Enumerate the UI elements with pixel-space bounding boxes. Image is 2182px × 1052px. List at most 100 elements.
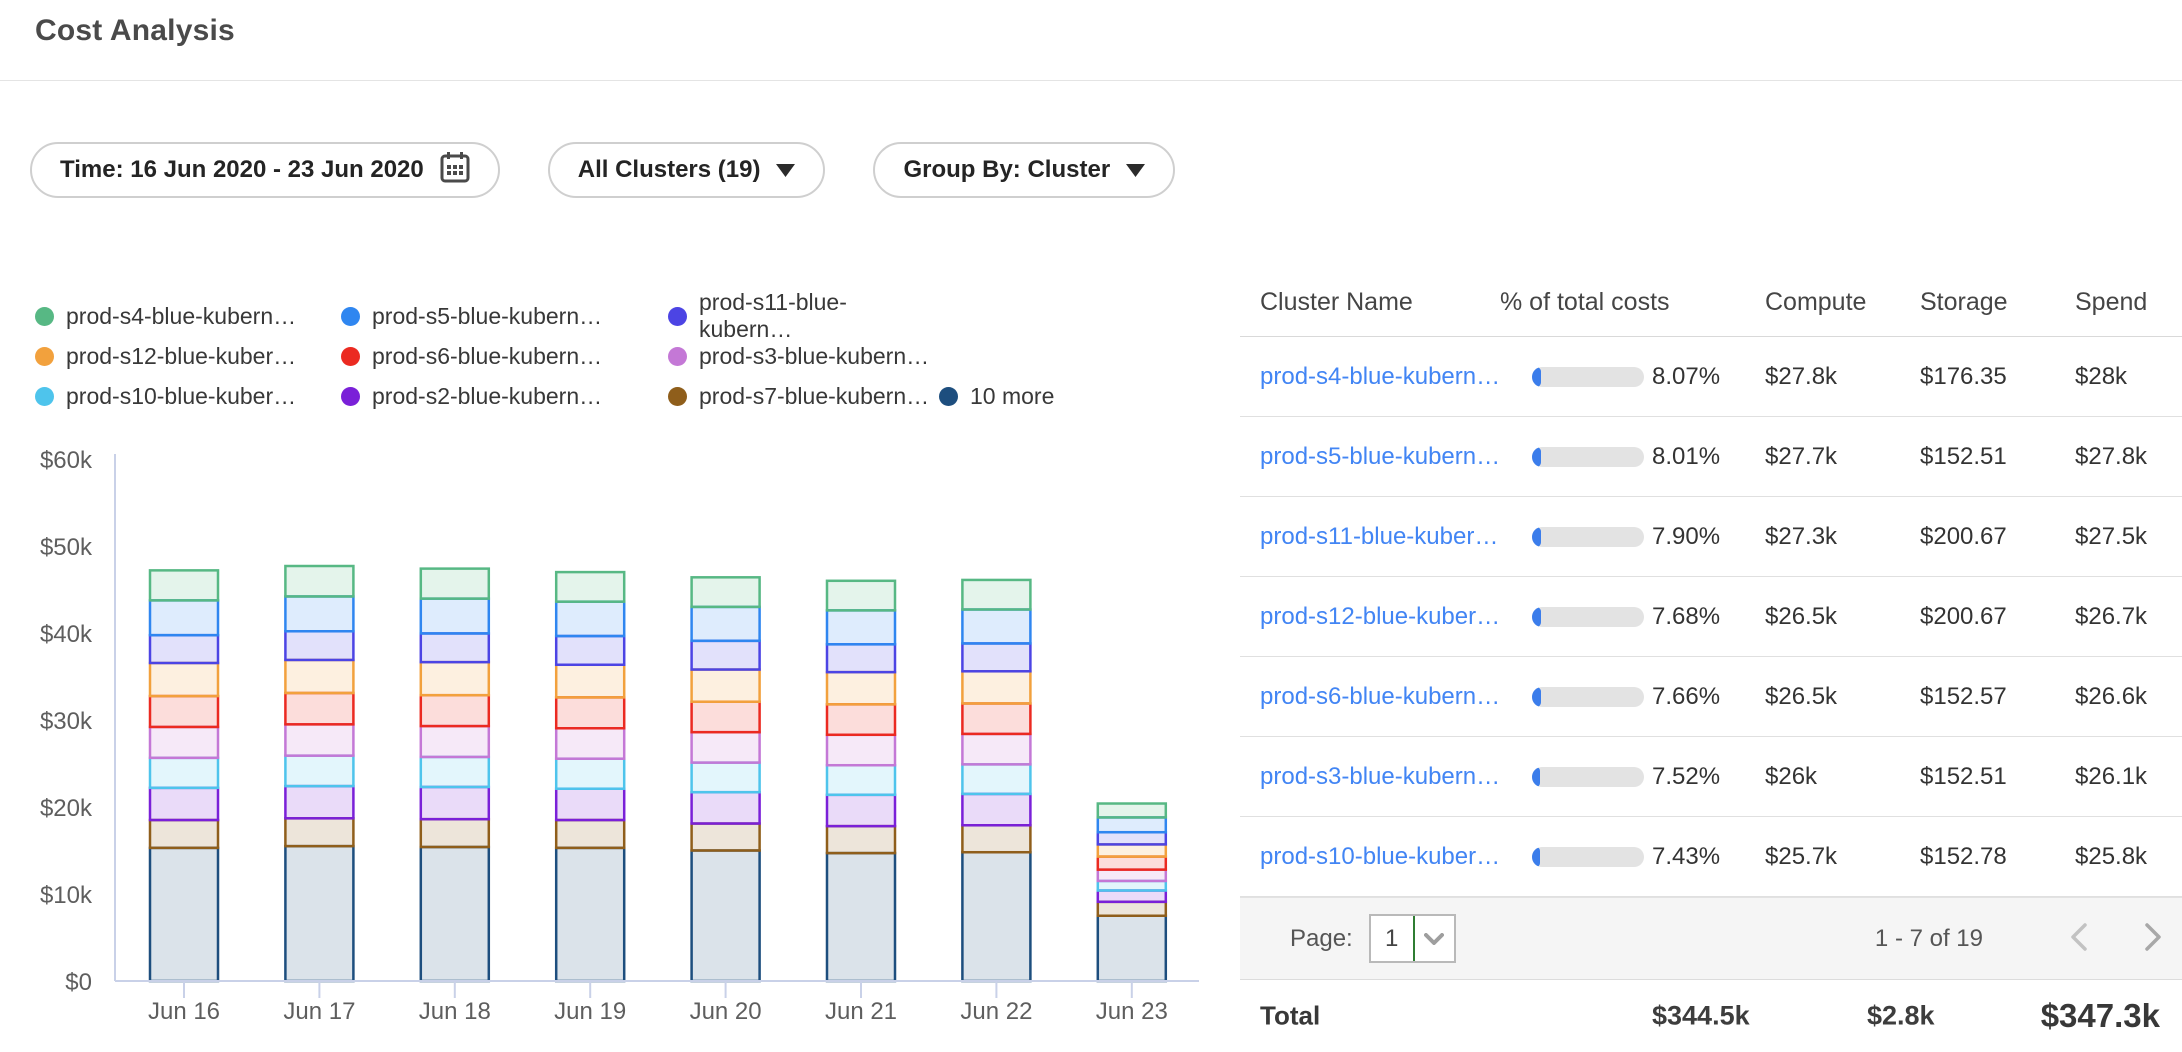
cluster-link[interactable]: prod-s11-blue-kuber… (1260, 523, 1532, 551)
bar-segment[interactable] (150, 696, 218, 727)
bar-segment[interactable] (421, 569, 489, 599)
bar-segment[interactable] (421, 599, 489, 634)
legend-item[interactable]: prod-s11-blue-kubern… (668, 289, 939, 343)
bar-segment[interactable] (1098, 891, 1166, 902)
bar-segment[interactable] (962, 671, 1030, 703)
next-page-button[interactable] (2142, 921, 2164, 956)
cluster-link[interactable]: prod-s12-blue-kuber… (1260, 603, 1532, 631)
bar-segment[interactable] (421, 757, 489, 787)
bar-segment[interactable] (150, 663, 218, 696)
bar-segment[interactable] (421, 726, 489, 757)
bar-segment[interactable] (827, 735, 895, 765)
legend-item[interactable]: prod-s12-blue-kuber… (35, 343, 341, 370)
bar-segment[interactable] (692, 607, 760, 641)
bar-segment[interactable] (556, 572, 624, 602)
bar-segment[interactable] (827, 672, 895, 704)
groupby-filter-button[interactable]: Group By: Cluster (873, 142, 1175, 198)
bar-segment[interactable] (285, 818, 353, 846)
cluster-link[interactable]: prod-s5-blue-kubern… (1260, 443, 1532, 471)
bar-segment[interactable] (421, 787, 489, 819)
bar-segment[interactable] (421, 662, 489, 695)
bar-segment[interactable] (1098, 881, 1166, 891)
bar-segment[interactable] (285, 756, 353, 786)
bar-segment[interactable] (150, 788, 218, 820)
bar-segment[interactable] (692, 792, 760, 823)
bar-segment[interactable] (421, 847, 489, 981)
legend-item[interactable]: prod-s7-blue-kubern… (668, 383, 939, 410)
page-select[interactable]: 1 (1369, 914, 1456, 963)
bar-segment[interactable] (1098, 844, 1166, 856)
bar-segment[interactable] (556, 789, 624, 820)
legend-item[interactable]: prod-s4-blue-kubern… (35, 303, 341, 330)
bar-segment[interactable] (1098, 804, 1166, 818)
bar-segment[interactable] (150, 758, 218, 788)
bar-segment[interactable] (556, 697, 624, 728)
prev-page-button[interactable] (2068, 921, 2090, 956)
bar-segment[interactable] (692, 824, 760, 851)
bar-segment[interactable] (962, 610, 1030, 644)
bar-segment[interactable] (962, 794, 1030, 825)
legend-item[interactable]: prod-s6-blue-kubern… (341, 343, 668, 370)
bar-segment[interactable] (150, 727, 218, 758)
bar-segment[interactable] (827, 826, 895, 853)
legend-item[interactable]: prod-s10-blue-kuber… (35, 383, 341, 410)
bar-segment[interactable] (1098, 832, 1166, 844)
legend-item[interactable]: prod-s3-blue-kubern… (668, 343, 939, 370)
bar-segment[interactable] (285, 566, 353, 596)
bar-segment[interactable] (285, 660, 353, 693)
bar-segment[interactable] (1098, 817, 1166, 832)
clusters-filter-button[interactable]: All Clusters (19) (548, 142, 826, 198)
bar-segment[interactable] (1098, 870, 1166, 881)
bar-segment[interactable] (150, 848, 218, 981)
bar-segment[interactable] (285, 596, 353, 631)
legend-item[interactable]: 10 more (939, 383, 1054, 410)
cluster-link[interactable]: prod-s6-blue-kubern… (1260, 683, 1532, 711)
bar-segment[interactable] (1098, 857, 1166, 870)
bar-segment[interactable] (1098, 916, 1166, 981)
bar-segment[interactable] (285, 631, 353, 660)
bar-segment[interactable] (556, 820, 624, 848)
bar-segment[interactable] (285, 786, 353, 818)
bar-segment[interactable] (421, 695, 489, 726)
bar-segment[interactable] (692, 702, 760, 732)
legend-item[interactable]: prod-s2-blue-kubern… (341, 383, 668, 410)
bar-segment[interactable] (827, 644, 895, 672)
bar-segment[interactable] (285, 693, 353, 724)
cluster-link[interactable]: prod-s3-blue-kubern… (1260, 763, 1532, 791)
bar-segment[interactable] (692, 763, 760, 793)
bar-segment[interactable] (827, 581, 895, 611)
bar-segment[interactable] (150, 635, 218, 663)
legend-item[interactable]: prod-s5-blue-kubern… (341, 303, 668, 330)
bar-segment[interactable] (692, 641, 760, 670)
bar-segment[interactable] (556, 636, 624, 665)
bar-segment[interactable] (962, 764, 1030, 794)
bar-segment[interactable] (827, 610, 895, 644)
bar-segment[interactable] (827, 765, 895, 795)
time-filter-button[interactable]: Time: 16 Jun 2020 - 23 Jun 2020 (30, 142, 500, 198)
bar-segment[interactable] (692, 732, 760, 762)
bar-segment[interactable] (692, 670, 760, 702)
bar-segment[interactable] (421, 819, 489, 847)
bar-segment[interactable] (827, 795, 895, 826)
bar-segment[interactable] (1098, 902, 1166, 916)
bar-segment[interactable] (556, 848, 624, 981)
bar-segment[interactable] (556, 759, 624, 789)
cluster-link[interactable]: prod-s4-blue-kubern… (1260, 363, 1532, 391)
bar-segment[interactable] (150, 820, 218, 848)
cluster-link[interactable]: prod-s10-blue-kuber… (1260, 843, 1532, 871)
bar-segment[interactable] (827, 704, 895, 734)
bar-segment[interactable] (827, 853, 895, 981)
bar-segment[interactable] (962, 703, 1030, 733)
bar-segment[interactable] (962, 580, 1030, 610)
bar-segment[interactable] (556, 602, 624, 636)
bar-segment[interactable] (556, 728, 624, 758)
bar-segment[interactable] (962, 734, 1030, 764)
bar-segment[interactable] (150, 570, 218, 600)
bar-segment[interactable] (692, 851, 760, 982)
bar-segment[interactable] (692, 577, 760, 607)
bar-segment[interactable] (285, 724, 353, 755)
bar-segment[interactable] (962, 643, 1030, 671)
bar-segment[interactable] (556, 665, 624, 698)
bar-segment[interactable] (285, 846, 353, 981)
bar-segment[interactable] (962, 852, 1030, 981)
